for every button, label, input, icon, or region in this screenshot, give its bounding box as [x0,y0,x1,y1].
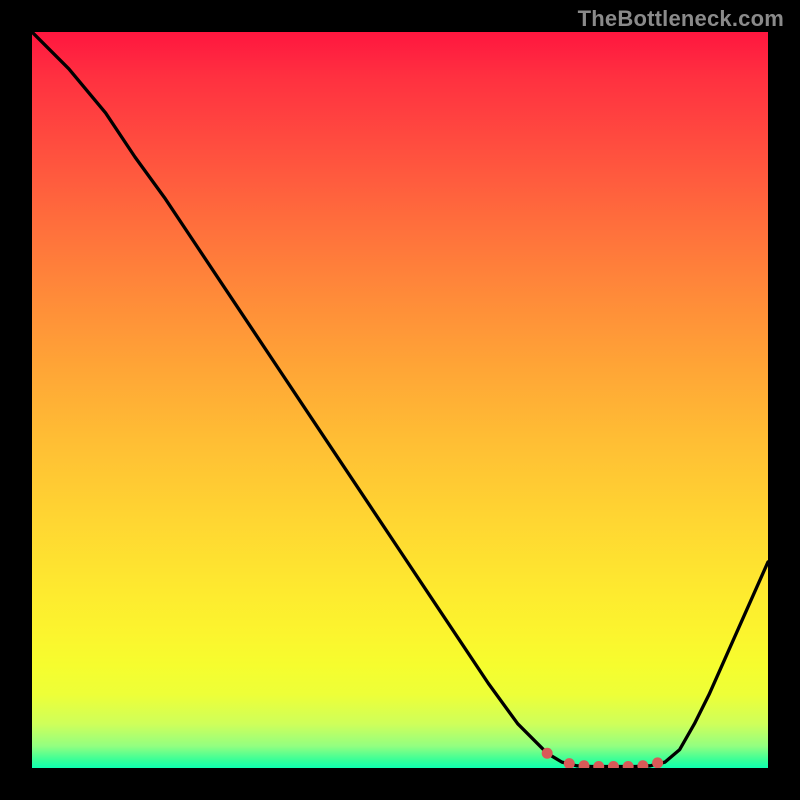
plateau-marker [542,748,553,759]
plot-area [32,32,768,768]
plateau-marker [623,761,634,768]
chart-stage: TheBottleneck.com [0,0,800,800]
plateau-markers-group [542,748,663,768]
plateau-marker [652,757,663,768]
plateau-marker [593,761,604,768]
bottleneck-curve [32,32,768,767]
plateau-marker [608,761,619,768]
plateau-marker [637,760,648,768]
plateau-marker [579,760,590,768]
chart-svg [32,32,768,768]
watermark-text: TheBottleneck.com [578,6,784,32]
plateau-marker [564,758,575,768]
